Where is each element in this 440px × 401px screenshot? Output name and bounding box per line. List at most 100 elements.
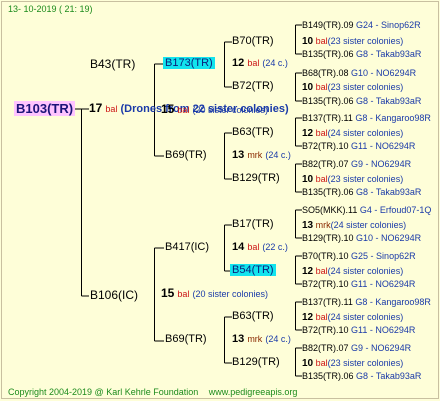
gen3-num-2: 12 <box>302 128 314 139</box>
gen2-info-3: 13 mrk (24 c.) <box>232 333 291 346</box>
gen3-name-0[interactable]: B70(TR) <box>232 35 274 48</box>
root-connector <box>74 108 89 297</box>
gen4-name-10: B70(TR).10 <box>302 251 349 261</box>
gen1-num-1: 15 <box>161 286 175 300</box>
gen2-tag-0: bal <box>247 58 260 68</box>
gen4-row-9[interactable]: B129(TR).10 G10 - NO6294R <box>302 232 421 245</box>
gen1-note-1: (20 sister colonies) <box>192 289 269 299</box>
gen4-row-1[interactable]: B135(TR).06 G8 - Takab93aR <box>302 48 421 61</box>
gen3-info-2: 12 bal(24 sister colonies) <box>302 127 403 140</box>
gen4-name-14: B82(TR).07 <box>302 343 349 353</box>
gen4-name-15: B135(TR).06 <box>302 371 354 381</box>
gen4-row-12[interactable]: B137(TR).11 G8 - Kangaroo98R <box>302 296 431 309</box>
gen3-name-1[interactable]: B72(TR) <box>232 80 274 93</box>
gen3-info-4: 13 mrk(24 sister colonies) <box>302 219 406 232</box>
gen4-colony-11: G11 - NO6294R <box>351 279 416 289</box>
gen2-info-2: 14 bal (22 c.) <box>232 241 288 254</box>
gen4-row-7[interactable]: B135(TR).06 G8 - Takab93aR <box>302 186 421 199</box>
gen3-note-7: (23 sister colonies) <box>327 358 404 368</box>
gen4-name-7: B135(TR).06 <box>302 187 354 197</box>
gen4-name-0: B149(TR).09 <box>302 20 354 30</box>
gen3-tag-2: bal <box>315 128 328 138</box>
root-name: B103(TR) <box>14 101 76 116</box>
footer-copyright: Copyright 2004-2019 @ Karl Kehrle Founda… <box>8 387 199 397</box>
gen4-name-9: B129(TR).10 <box>302 233 354 243</box>
b69-connector-b <box>224 316 232 364</box>
gen4-name-1: B135(TR).06 <box>302 49 354 59</box>
gen2-name-0[interactable]: B173(TR) <box>163 57 215 70</box>
gen3-num-3: 10 <box>302 174 314 185</box>
gen1-name-0[interactable]: B43(TR) <box>90 58 135 71</box>
gen3-tag-7: bal <box>315 358 328 368</box>
gen3-name-5[interactable]: B54(TR) <box>230 264 276 277</box>
gen4-colony-15: G8 - Takab93aR <box>356 371 422 381</box>
gen4-name-5: B72(TR).10 <box>302 141 349 151</box>
gen4-colony-1: G8 - Takab93aR <box>356 49 422 59</box>
gen3-name-7[interactable]: B129(TR) <box>232 356 280 369</box>
gen4-row-4[interactable]: B137(TR).11 G8 - Kangaroo98R <box>302 112 431 125</box>
gen4-row-15[interactable]: B135(TR).06 G8 - Takab93aR <box>302 370 421 383</box>
gen2-name-0-text: B173(TR) <box>163 57 215 69</box>
gen4-row-3[interactable]: B135(TR).06 G8 - Takab93aR <box>302 95 421 108</box>
root-tag: bal <box>105 104 118 114</box>
gen4-row-2[interactable]: B68(TR).08 G10 - NO6294R <box>302 67 416 80</box>
gen4-row-5[interactable]: B72(TR).10 G11 - NO6294R <box>302 140 415 153</box>
gen4-colony-3: G8 - Takab93aR <box>356 96 422 106</box>
gen3-num-5: 12 <box>302 266 314 277</box>
gen2-info-1: 13 mrk (24 c.) <box>232 149 291 162</box>
gen3-num-1: 10 <box>302 82 314 93</box>
gen2-note-0: (24 c.) <box>262 58 288 68</box>
gen3-name-2[interactable]: B63(TR) <box>232 126 274 139</box>
gen1-note-0: (20 sister colonies) <box>192 105 269 115</box>
gen2-name-2[interactable]: B417(IC) <box>165 241 209 254</box>
gen2-info-0: 12 bal (24 c.) <box>232 57 288 70</box>
gen3-name-6[interactable]: B63(TR) <box>232 310 274 323</box>
gen4-row-0[interactable]: B149(TR).09 G24 - Sinop62R <box>302 19 421 32</box>
gen1-info-0: 15 bal (20 sister colonies) <box>161 103 268 117</box>
gen4-name-13: B72(TR).10 <box>302 325 349 335</box>
gen2-num-1: 13 <box>232 149 245 161</box>
gen4-colony-9: G10 - NO6294R <box>356 233 422 243</box>
gen3-note-2: (24 sister colonies) <box>327 128 404 138</box>
gen3-name-4[interactable]: B17(TR) <box>232 218 274 231</box>
gen4-colony-2: G10 - NO6294R <box>351 68 417 78</box>
gen2-num-0: 12 <box>232 57 245 69</box>
gen4-name-4: B137(TR).11 <box>302 113 353 123</box>
gen1-name-1[interactable]: B106(IC) <box>90 289 138 302</box>
gen3-tag-3: bal <box>315 174 328 184</box>
gen4-name-3: B135(TR).06 <box>302 96 354 106</box>
gen3-note-5: (24 sister colonies) <box>327 266 404 276</box>
gen4-row-6[interactable]: B82(TR).07 G9 - NO6294R <box>302 158 411 171</box>
gen3-num-7: 10 <box>302 358 314 369</box>
gen4-colony-4: G8 - Kangaroo98R <box>355 113 431 123</box>
gen3-note-0: (23 sister colonies) <box>327 36 404 46</box>
gen3-tag-0: bal <box>315 36 328 46</box>
gen3-name-3[interactable]: B129(TR) <box>232 172 280 185</box>
gen2-tag-1: mrk <box>247 150 263 160</box>
gen4-row-10[interactable]: B70(TR).10 G25 - Sinop62R <box>302 250 416 263</box>
gen4-colony-14: G9 - NO6294R <box>351 343 412 353</box>
gen3-tag-1: bal <box>315 82 328 92</box>
gen2-tag-2: bal <box>247 242 260 252</box>
tree-lines <box>74 24 302 377</box>
gen4-name-12: B137(TR).11 <box>302 297 353 307</box>
gen3-info-6: 12 bal(24 sister colonies) <box>302 311 403 324</box>
gen2-name-1[interactable]: B69(TR) <box>165 149 207 162</box>
gen3-num-0: 10 <box>302 36 314 47</box>
gen3-info-3: 10 bal(23 sister colonies) <box>302 173 403 186</box>
gen4-colony-10: G25 - Sinop62R <box>351 251 416 261</box>
gen2-num-2: 14 <box>232 241 245 253</box>
footer-url[interactable]: www.pedigreeapis.org <box>209 387 298 397</box>
gen3-info-5: 12 bal(24 sister colonies) <box>302 265 403 278</box>
gen4-row-8[interactable]: SO5(MKK).11 G4 - Erfoud07-1Q <box>302 204 431 217</box>
gen4-row-13[interactable]: B72(TR).10 G11 - NO6294R <box>302 324 415 337</box>
b173-connector <box>224 41 232 88</box>
gen2-name-3[interactable]: B69(TR) <box>165 333 207 346</box>
gen3-note-4: (24 sister colonies) <box>330 220 407 230</box>
gen4-colony-0: G24 - Sinop62R <box>356 20 421 30</box>
root-node[interactable]: B103(TR) <box>14 101 76 117</box>
gen4-colony-6: G9 - NO6294R <box>351 159 412 169</box>
gen4-row-11[interactable]: B72(TR).10 G11 - NO6294R <box>302 278 415 291</box>
gen4-row-14[interactable]: B82(TR).07 G9 - NO6294R <box>302 342 411 355</box>
gen3-num-4: 13 <box>302 220 314 231</box>
